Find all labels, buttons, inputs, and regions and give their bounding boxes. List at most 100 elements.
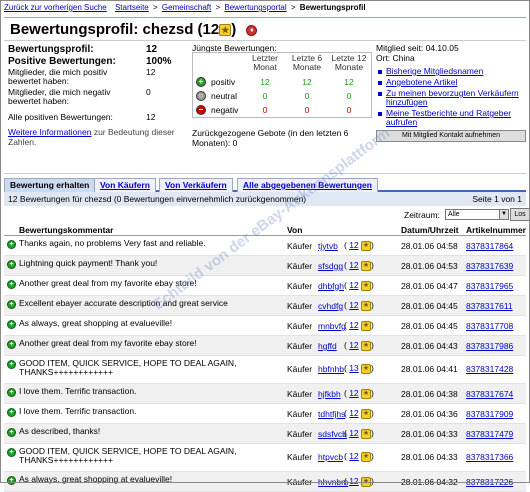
score-link[interactable]: 13 <box>349 363 358 373</box>
user-link[interactable]: mnbvfg <box>318 321 346 331</box>
star-icon[interactable]: ★ <box>361 451 372 462</box>
user-link[interactable]: sfsdgg <box>318 261 343 271</box>
user-score: ( 12 ★) <box>344 388 374 399</box>
star-icon[interactable]: ★ <box>361 476 372 487</box>
item-link[interactable]: 8378317366 <box>466 452 513 462</box>
star-icon[interactable]: ★ <box>361 388 372 399</box>
summary-row: Mitglieder, die mich positiv bewertet ha… <box>8 68 155 88</box>
item-link[interactable]: 8378317428 <box>466 364 513 374</box>
user-link[interactable]: hjfkbh <box>318 389 341 399</box>
comment: As always, great shopping at evalueville… <box>19 318 173 328</box>
item-link[interactable]: 8378317674 <box>466 389 513 399</box>
rating-count: 0 <box>346 105 352 115</box>
page-title: Bewertungsprofil: chezsd (12 ★) ♦ <box>10 21 258 38</box>
user-link[interactable]: hgffd <box>318 341 337 351</box>
contact-member-button[interactable]: Mit Mitglied Kontakt aufnehmen <box>376 130 526 142</box>
score-link[interactable]: 12 <box>349 260 358 270</box>
item-link[interactable]: 8378317639 <box>466 261 513 271</box>
link-reviews-guides[interactable]: Meine Testberichte und Ratgeber aufrufen <box>376 109 526 127</box>
period-select[interactable]: Alle ▼ <box>445 209 509 220</box>
neutral-icon: ○ <box>196 91 206 101</box>
praise-icon: + <box>7 388 16 397</box>
user-score: ( 12 ★) <box>344 260 374 271</box>
link-label[interactable]: Angebotene Artikel <box>386 77 457 87</box>
link-add-favorite-seller[interactable]: Zu meinen bevorzugten Verkäufern hinzufü… <box>376 89 526 107</box>
star-icon[interactable]: ★ <box>361 280 372 291</box>
user-link[interactable]: tjytvb <box>318 241 338 251</box>
breadcrumb-feedback-forum[interactable]: Bewertungsportal <box>224 3 286 12</box>
tab-from-buyers[interactable]: Von Käufern <box>94 178 156 192</box>
star-icon[interactable]: ★ <box>361 363 372 374</box>
column-last-12-months: Letzte 12 Monate <box>331 53 367 72</box>
profile-header: Bewertungsprofil: chezsd (12 ★) ♦ <box>4 17 526 39</box>
score-link[interactable]: 12 <box>349 320 358 330</box>
user-score: ( 12 ★) <box>344 320 374 331</box>
star-icon[interactable]: ★ <box>361 340 372 351</box>
role: Käufer <box>287 341 313 351</box>
item-link[interactable]: 8378317226 <box>466 477 513 487</box>
star-icon[interactable]: ★ <box>361 240 372 251</box>
score-link[interactable]: 12 <box>349 280 358 290</box>
score-link[interactable]: 12 <box>349 340 358 350</box>
score-link[interactable]: 12 <box>349 476 358 486</box>
star-icon[interactable]: ★ <box>361 260 372 271</box>
item-link[interactable]: 8378317708 <box>466 321 513 331</box>
comment: GOOD ITEM, QUICK SERVICE, HOPE TO DEAL A… <box>19 446 237 465</box>
date: 28.01.06 04:53 <box>401 261 458 271</box>
user-score: ( 12 ★) <box>344 428 374 439</box>
more-info-link[interactable]: Weitere Informationen <box>8 127 91 137</box>
star-icon[interactable]: ★ <box>361 408 372 419</box>
tab-received[interactable]: Bewertung erhalten <box>4 178 96 192</box>
summary-row: Bewertungsprofil: 12 <box>8 44 183 56</box>
breadcrumb-community[interactable]: Gemeinschaft <box>162 3 211 12</box>
user-link[interactable]: dhbfgh <box>318 281 344 291</box>
tab-all-given[interactable]: Alle abgegebenen Bewertungen <box>237 178 378 192</box>
item-link[interactable]: 8378317986 <box>466 341 513 351</box>
user-link[interactable]: sdsfvcb <box>318 429 347 439</box>
member-info: Mitglied seit: 04.10.05 Ort: China Bishe… <box>376 43 526 142</box>
star-icon[interactable]: ★ <box>361 320 372 331</box>
link-items-for-sale[interactable]: Angebotene Artikel <box>376 78 526 87</box>
chevron-down-icon[interactable]: ▼ <box>499 210 508 219</box>
tab-from-sellers[interactable]: Von Verkäufern <box>159 178 233 192</box>
user-link[interactable]: hbfnhb <box>318 364 344 374</box>
me-page-icon[interactable]: ♦ <box>246 24 258 36</box>
star-icon[interactable]: ★ <box>361 300 372 311</box>
tab-label[interactable]: Alle abgegebenen Bewertungen <box>243 180 372 190</box>
link-label[interactable]: Meine Testberichte und Ratgeber aufrufen <box>386 108 511 127</box>
star-icon[interactable]: ★ <box>219 24 232 37</box>
score-link[interactable]: 12 <box>349 428 358 438</box>
score-link[interactable]: 12 <box>349 388 358 398</box>
comment: Another great deal from my favorite ebay… <box>19 278 197 288</box>
star-icon[interactable]: ★ <box>361 428 372 439</box>
username: chezsd <box>142 21 194 38</box>
item-link[interactable]: 8378317909 <box>466 409 513 419</box>
summary-value: 100% <box>146 56 172 67</box>
recent-ratings: Jüngste Bewertungen: Letzter Monat Letzt… <box>192 43 372 148</box>
tab-label[interactable]: Von Käufern <box>100 180 150 190</box>
link-label[interactable]: Zu meinen bevorzugten Verkäufern hinzufü… <box>386 88 519 107</box>
tab-label[interactable]: Von Verkäufern <box>165 180 227 190</box>
user-link[interactable]: tdhtfjhs <box>318 409 345 419</box>
item-link[interactable]: 8378317864 <box>466 241 513 251</box>
score-link[interactable]: 12 <box>349 240 358 250</box>
score-link[interactable]: 12 <box>349 300 358 310</box>
user-link[interactable]: htpvcb <box>318 452 343 462</box>
back-to-search-link[interactable]: Zurück zur vorherigen Suche <box>4 3 107 12</box>
user-link[interactable]: cvhdfg <box>318 301 343 311</box>
item-link[interactable]: 8378317965 <box>466 281 513 291</box>
score-link[interactable]: 12 <box>349 451 358 461</box>
go-button[interactable]: Los <box>510 208 530 221</box>
link-previous-ids[interactable]: Bisherige Mitgliedsnamen <box>376 67 526 76</box>
date: 28.01.06 04:38 <box>401 389 458 399</box>
breadcrumb-home[interactable]: Startseite <box>115 3 149 12</box>
period-filter: Zeitraum: Alle ▼ Los <box>4 207 530 223</box>
score-link[interactable]: 12 <box>349 408 358 418</box>
item-link[interactable]: 8378317611 <box>466 301 513 311</box>
item-link[interactable]: 8378317479 <box>466 429 513 439</box>
summary-value: 12 <box>146 67 156 77</box>
role: Käufer <box>287 429 313 439</box>
praise-icon: + <box>7 340 16 349</box>
link-label[interactable]: Bisherige Mitgliedsnamen <box>386 66 483 76</box>
feedback-count: 12 Bewertungen für chezsd (0 Bewertungen… <box>8 194 307 204</box>
